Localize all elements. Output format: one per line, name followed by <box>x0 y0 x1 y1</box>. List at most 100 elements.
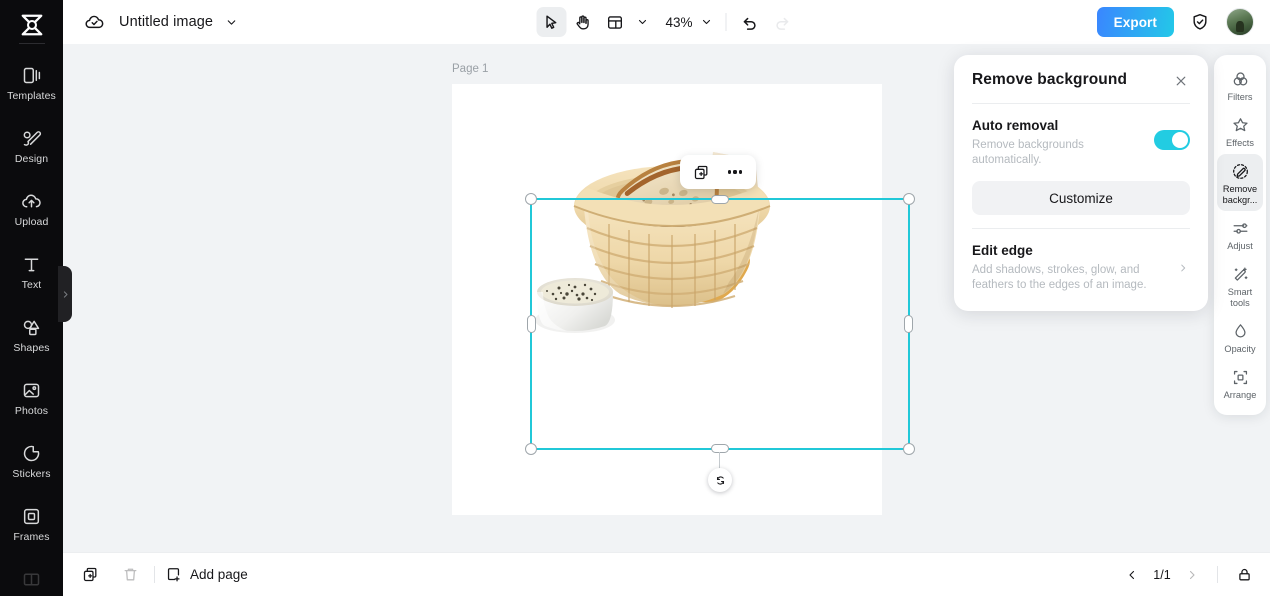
rail-item-label: Arrange <box>1223 390 1257 400</box>
chevron-right-icon <box>1176 261 1190 275</box>
chevron-down-icon[interactable] <box>223 14 239 30</box>
select-tool-button[interactable] <box>536 7 566 37</box>
bottom-toolbar: Add page 1/1 <box>63 552 1270 596</box>
edit-edge-row[interactable]: Edit edge Add shadows, strokes, glow, an… <box>972 243 1190 293</box>
rail-item-label: Opacity <box>1224 344 1256 354</box>
rail-item-label: Adjust <box>1227 241 1253 251</box>
arrange-icon <box>1230 367 1250 387</box>
sidebar-item-overflow[interactable] <box>0 560 63 596</box>
right-tool-rail: Filters Effects Remove backgr... Adjust … <box>1214 55 1266 415</box>
filters-icon <box>1230 69 1250 89</box>
add-page-button[interactable]: Add page <box>165 566 248 583</box>
rail-item-label: Smart tools <box>1227 287 1253 308</box>
undo-button[interactable] <box>735 7 765 37</box>
more-tools-icon <box>21 568 43 590</box>
sidebar-item-text[interactable]: Text <box>0 245 63 297</box>
shield-check-icon[interactable] <box>1188 10 1212 34</box>
opacity-drop-icon <box>1230 321 1250 341</box>
templates-icon <box>21 64 43 86</box>
hand-pan-icon <box>576 14 589 30</box>
text-icon <box>21 253 43 275</box>
sidebar-collapse-button[interactable] <box>58 266 72 322</box>
chevron-right-icon <box>1189 570 1195 579</box>
delete-page-button[interactable] <box>116 561 144 589</box>
chevron-right-icon <box>63 290 67 298</box>
cursor-select-icon <box>546 14 557 29</box>
rail-item-adjust[interactable]: Adjust <box>1217 211 1263 257</box>
sidebar-item-templates[interactable]: Templates <box>0 56 63 108</box>
customize-button[interactable]: Customize <box>972 181 1190 215</box>
sidebar-item-photos[interactable]: Photos <box>0 371 63 423</box>
duplicate-page-icon <box>83 567 96 582</box>
more-options-icon <box>727 170 743 174</box>
duplicate-layer-button[interactable] <box>686 158 716 186</box>
rail-item-opacity[interactable]: Opacity <box>1217 314 1263 360</box>
smart-tools-icon <box>1230 264 1250 284</box>
sidebar-item-label: Stickers <box>12 468 51 480</box>
shapes-icon <box>21 316 43 338</box>
panel-close-button[interactable] <box>1171 71 1190 90</box>
user-avatar[interactable] <box>1226 8 1254 36</box>
add-page-icon <box>167 568 180 582</box>
zoom-dropdown-button[interactable] <box>696 9 716 35</box>
next-page-button[interactable] <box>1179 562 1205 588</box>
lock-icon <box>1238 568 1250 581</box>
undo-arrow-icon <box>743 17 756 30</box>
sidebar-divider <box>18 43 45 44</box>
cloud-saved-icon <box>83 11 105 33</box>
resize-handle-bottom-right[interactable] <box>903 443 915 455</box>
duplicate-layer-icon <box>694 165 707 179</box>
document-title[interactable]: Untitled image <box>119 14 213 30</box>
close-icon <box>1176 76 1185 85</box>
capcut-logo-icon[interactable] <box>15 10 49 39</box>
panel-divider <box>972 228 1190 229</box>
stickers-icon <box>21 442 43 464</box>
sidebar-item-upload[interactable]: Upload <box>0 182 63 234</box>
layout-tool-button[interactable] <box>600 7 630 37</box>
toggle-knob <box>1172 132 1188 148</box>
layout-dropdown-button[interactable] <box>632 9 652 35</box>
sidebar-item-frames[interactable]: Frames <box>0 497 63 549</box>
auto-removal-text: Auto removal Remove backgrounds automati… <box>972 118 1132 168</box>
auto-removal-row: Auto removal Remove backgrounds automati… <box>972 118 1190 168</box>
sidebar-item-label: Photos <box>14 405 49 417</box>
lock-canvas-button[interactable] <box>1230 561 1258 589</box>
layout-grid-icon <box>607 15 623 29</box>
bread-basket-image[interactable] <box>517 124 817 354</box>
add-page-label: Add page <box>190 567 248 582</box>
panel-title: Remove background <box>972 71 1128 88</box>
rail-item-effects[interactable]: Effects <box>1217 108 1263 154</box>
rail-item-label: Effects <box>1226 138 1254 148</box>
rail-item-arrange[interactable]: Arrange <box>1217 360 1263 406</box>
sidebar-item-label: Frames <box>13 531 50 543</box>
toolbar-divider <box>725 13 726 31</box>
resize-handle-right[interactable] <box>904 315 913 333</box>
page-canvas[interactable] <box>452 84 882 515</box>
redo-button[interactable] <box>767 7 797 37</box>
duplicate-page-button[interactable] <box>76 561 104 589</box>
upload-cloud-icon <box>21 190 43 212</box>
more-options-button[interactable] <box>720 158 750 186</box>
rotate-handle-stem <box>719 452 720 469</box>
sidebar-item-design[interactable]: Design <box>0 119 63 171</box>
chevron-down-icon <box>702 19 710 25</box>
previous-page-button[interactable] <box>1119 562 1145 588</box>
resize-handle-top-right[interactable] <box>903 193 915 205</box>
rail-item-remove-background[interactable]: Remove backgr... <box>1217 154 1263 211</box>
export-button[interactable]: Export <box>1096 7 1174 37</box>
auto-removal-description: Remove backgrounds automatically. <box>972 139 1084 166</box>
hand-tool-button[interactable] <box>568 7 598 37</box>
edit-edge-title: Edit edge <box>972 243 1033 258</box>
sidebar-item-shapes[interactable]: Shapes <box>0 308 63 360</box>
bottom-divider <box>154 566 155 583</box>
rotate-handle-button[interactable] <box>708 468 732 492</box>
sidebar-item-label: Shapes <box>13 342 50 354</box>
top-toolbar: Untitled image 43% Export <box>63 0 1270 44</box>
sidebar-item-stickers[interactable]: Stickers <box>0 434 63 486</box>
remove-background-icon <box>1230 161 1250 181</box>
canvas-tools: 43% <box>536 7 797 37</box>
rail-item-filters[interactable]: Filters <box>1217 62 1263 108</box>
rail-item-smart-tools[interactable]: Smart tools <box>1217 257 1263 314</box>
auto-removal-toggle[interactable] <box>1154 130 1190 150</box>
left-sidebar: Templates Design Upload Text Shapes Phot… <box>0 0 63 596</box>
